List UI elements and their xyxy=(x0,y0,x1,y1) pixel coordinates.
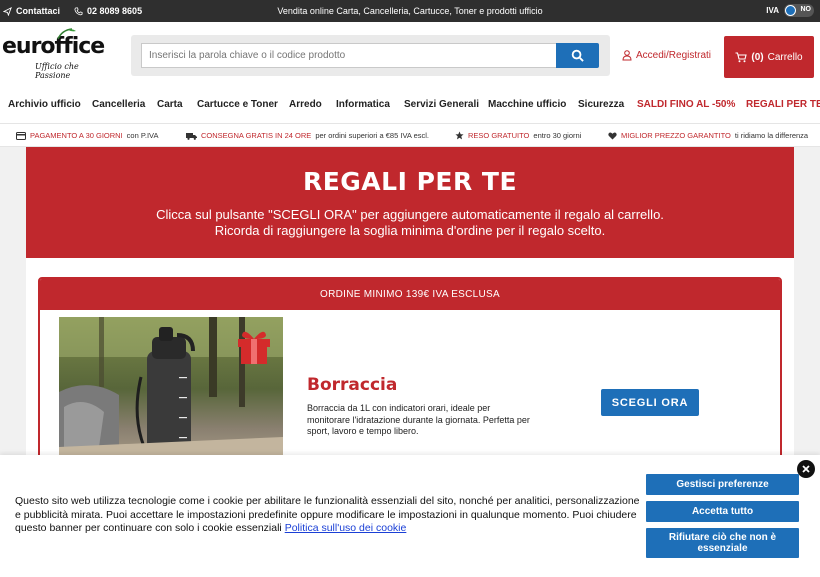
logo[interactable]: euroffice Ufficio che Passione xyxy=(2,28,112,80)
product-description: Borraccia da 1L con indicatori orari, id… xyxy=(307,403,530,436)
manage-preferences-button[interactable]: Gestisci preferenze xyxy=(646,474,799,495)
nav-item-archivio-ufficio[interactable]: Archivio ufficio xyxy=(8,99,81,110)
nav-item-arredo[interactable]: Arredo xyxy=(289,99,322,110)
cart-icon xyxy=(735,51,748,62)
contact-link[interactable]: Contattaci xyxy=(3,6,60,16)
cart-label: Carrello xyxy=(767,51,803,63)
nav-item-servizi-generali[interactable]: Servizi Generali xyxy=(404,99,479,110)
nav-item-saldi[interactable]: SALDI FINO AL -50% xyxy=(637,99,735,110)
benefit-shipping: CONSEGNA GRATIS IN 24 ORE per ordini sup… xyxy=(186,131,429,140)
benefit-payment-text: con P.IVA xyxy=(126,131,159,140)
accept-all-button[interactable]: Accetta tutto xyxy=(646,501,799,522)
card-icon xyxy=(16,131,26,140)
search-bar xyxy=(131,35,610,76)
cookie-policy-link[interactable]: Politica sull'uso dei cookie xyxy=(285,522,407,534)
hero-title: REGALI PER TE xyxy=(302,167,518,196)
main-nav: Archivio ufficio Cancelleria Carta Cartu… xyxy=(0,90,820,120)
benefit-returns-text: entro 30 giorni xyxy=(533,131,582,140)
iva-toggle[interactable]: NO xyxy=(784,4,814,17)
cookie-banner: Questo sito web utilizza tecnologie come… xyxy=(0,455,820,577)
login-link[interactable]: Accedi/Registrati xyxy=(622,50,711,61)
close-icon xyxy=(802,465,810,473)
phone-icon xyxy=(74,6,83,15)
gift-card: ORDINE MINIMO 139€ IVA ESCLUSA Borraccia… xyxy=(38,277,782,477)
benefit-shipping-highlight: CONSEGNA GRATIS IN 24 ORE xyxy=(201,131,312,140)
phone-number: 02 8089 8605 xyxy=(87,6,143,16)
search-input[interactable] xyxy=(141,43,557,68)
benefit-returns: RESO GRATUITO entro 30 giorni xyxy=(455,131,581,140)
product-name: Borraccia xyxy=(307,375,398,395)
nav-item-informatica[interactable]: Informatica xyxy=(336,99,390,110)
top-bar: Contattaci 02 8089 8605 Vendita online C… xyxy=(0,0,820,22)
logo-tagline: Ufficio che Passione xyxy=(35,62,79,80)
nav-item-regali[interactable]: REGALI PER TE xyxy=(746,99,820,110)
heart-icon xyxy=(608,132,617,140)
gift-icon xyxy=(238,331,270,364)
hero-line-2: Ricorda di raggiungere la soglia minima … xyxy=(214,223,606,238)
benefit-price: MIGLIOR PREZZO GARANTITO ti ridiamo la d… xyxy=(608,131,808,140)
nav-item-carta[interactable]: Carta xyxy=(157,99,183,110)
star-icon xyxy=(455,131,464,140)
login-label: Accedi/Registrati xyxy=(636,50,712,61)
iva-toggle-value: NO xyxy=(800,6,812,13)
iva-label: IVA xyxy=(766,6,779,15)
cherry-logo-icon xyxy=(57,28,76,40)
benefits-strip: PAGAMENTO A 30 GIORNI con P.IVA CONSEGNA… xyxy=(0,123,820,147)
benefit-price-text: ti ridiamo la differenza xyxy=(734,131,809,140)
benefit-returns-highlight: RESO GRATUITO xyxy=(468,131,530,140)
nav-item-cartucce-toner[interactable]: Cartucce e Toner xyxy=(197,99,278,110)
nav-item-macchine-ufficio[interactable]: Macchine ufficio xyxy=(488,99,566,110)
benefit-shipping-text: per ordini superiori a €85 IVA escl. xyxy=(315,131,429,140)
hero-line-1: Clicca sul pulsante "SCEGLI ORA" per agg… xyxy=(156,207,664,222)
gift-card-header: ORDINE MINIMO 139€ IVA ESCLUSA xyxy=(40,279,780,310)
reject-nonessential-button[interactable]: Rifiutare ciò che non è essenziale xyxy=(646,528,799,558)
benefit-price-highlight: MIGLIOR PREZZO GARANTITO xyxy=(621,131,731,140)
toggle-knob xyxy=(785,5,796,16)
hero-banner: REGALI PER TE Clicca sul pulsante "SCEGL… xyxy=(26,147,794,258)
truck-icon xyxy=(186,132,197,140)
search-icon xyxy=(571,49,584,62)
cart-button[interactable]: (0) Carrello xyxy=(724,36,814,78)
benefit-payment-highlight: PAGAMENTO A 30 GIORNI xyxy=(30,131,123,140)
iva-switch[interactable]: IVA NO xyxy=(766,4,814,17)
phone-link[interactable]: 02 8089 8605 xyxy=(74,6,142,16)
nav-item-cancelleria[interactable]: Cancelleria xyxy=(92,99,145,110)
contact-label: Contattaci xyxy=(16,6,61,16)
nav-item-sicurezza[interactable]: Sicurezza xyxy=(578,99,624,110)
search-button[interactable] xyxy=(556,43,599,68)
cart-count: (0) xyxy=(751,51,764,63)
cookie-text: Questo sito web utilizza tecnologie come… xyxy=(15,495,640,536)
user-icon xyxy=(622,50,632,61)
close-banner-button[interactable] xyxy=(797,460,815,478)
send-icon xyxy=(3,6,12,16)
benefit-payment: PAGAMENTO A 30 GIORNI con P.IVA xyxy=(16,131,159,140)
site-header: euroffice Ufficio che Passione Accedi/Re… xyxy=(0,22,820,90)
choose-now-button[interactable]: SCEGLI ORA xyxy=(601,389,699,416)
